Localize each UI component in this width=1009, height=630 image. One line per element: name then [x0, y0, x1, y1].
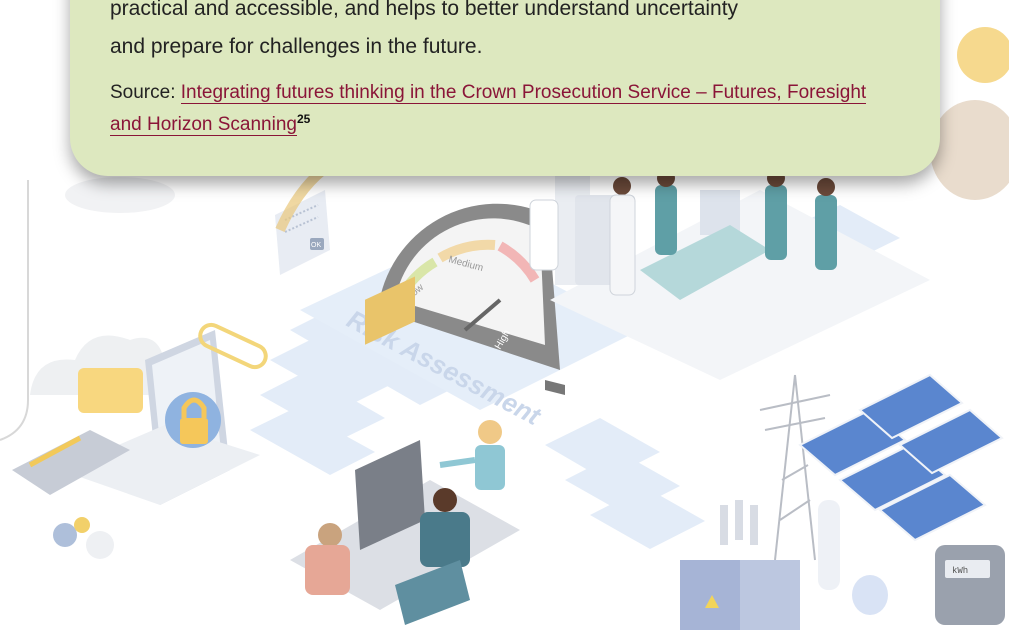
- source-link[interactable]: Integrating futures thinking in the Crow…: [110, 82, 867, 136]
- callout-line-2: and prepare for challenges in the future…: [110, 35, 483, 58]
- gear-icon-3: [86, 531, 114, 559]
- chat-bubble: [78, 368, 143, 413]
- meter-label: kWh: [952, 566, 968, 576]
- callout-line-1: practical and accessible, and helps to b…: [110, 0, 739, 20]
- sun-icon: [957, 27, 1009, 83]
- cloud-top-left: [65, 177, 175, 213]
- gear-icon: [53, 523, 77, 547]
- gear-icon-2: [74, 517, 90, 533]
- callout-source: Source: Integrating futures thinking in …: [110, 80, 890, 138]
- lamp-tube: [818, 500, 840, 590]
- left-border-curve: [0, 180, 29, 441]
- electric-meter: [935, 545, 1005, 625]
- ok-label: OK: [311, 242, 321, 249]
- source-prefix: Source:: [110, 82, 181, 103]
- callout-body: practical and accessible, and helps to b…: [110, 0, 910, 66]
- quote-callout: practical and accessible, and helps to b…: [70, 0, 940, 176]
- person-top-right: [930, 100, 1009, 200]
- footnote-marker[interactable]: 25: [297, 112, 310, 126]
- lightbulb: [852, 575, 888, 615]
- login-card: [275, 190, 330, 275]
